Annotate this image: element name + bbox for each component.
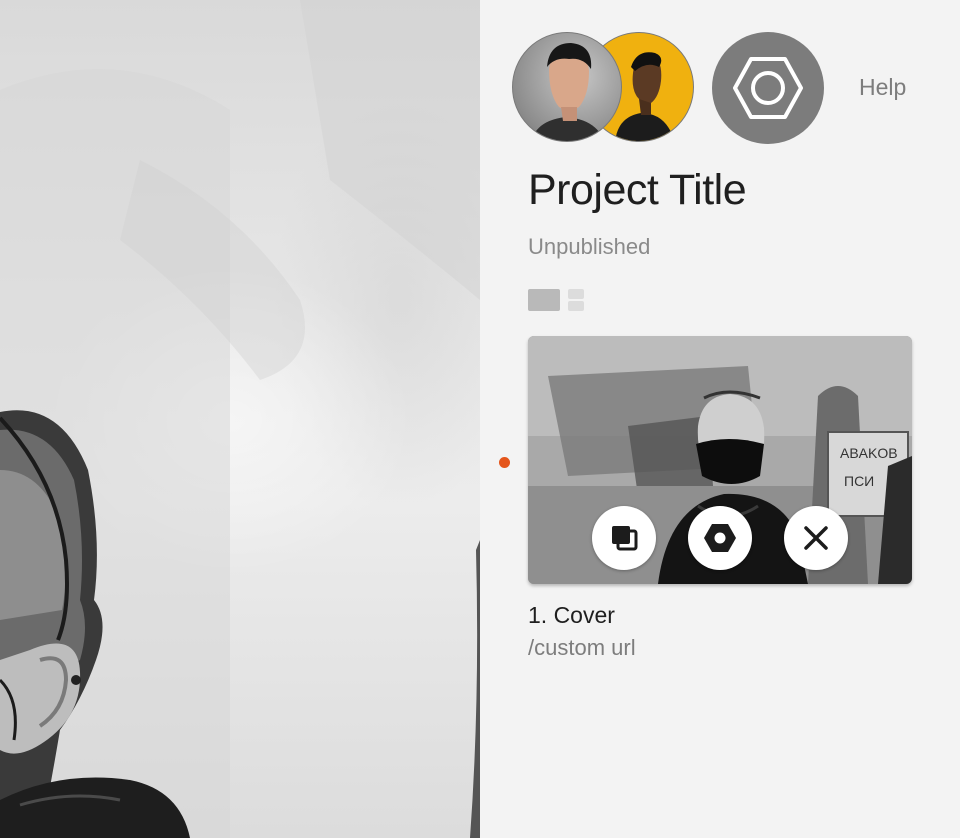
page-name[interactable]: 1. Cover bbox=[528, 602, 615, 629]
svg-text:ABAKOB: ABAKOB bbox=[840, 445, 898, 461]
cover-photo-preview bbox=[0, 0, 480, 838]
page-settings-button[interactable] bbox=[688, 506, 752, 570]
publish-status: Unpublished bbox=[528, 234, 651, 259]
active-page-indicator bbox=[499, 457, 510, 468]
list-view-icon[interactable] bbox=[568, 289, 584, 299]
page-thumbnail-card[interactable]: ABAKOB ПСИ bbox=[528, 336, 912, 584]
close-icon bbox=[804, 526, 828, 550]
project-title[interactable]: Project Title bbox=[528, 166, 747, 215]
project-settings-button[interactable] bbox=[712, 32, 824, 144]
hexagon-nut-icon bbox=[733, 57, 803, 119]
cover-photo-image bbox=[0, 0, 480, 838]
collaborator-photo bbox=[531, 43, 605, 141]
remove-page-button[interactable] bbox=[784, 506, 848, 570]
duplicate-icon bbox=[612, 526, 638, 551]
hexagon-nut-icon bbox=[704, 524, 736, 552]
collaborator-avatar-1[interactable] bbox=[512, 32, 622, 142]
project-sidebar: Help Project Title Unpublished ABAKOB ПС… bbox=[480, 0, 960, 838]
page-url[interactable]: /custom url bbox=[528, 635, 636, 661]
thumbnail-view-icon[interactable] bbox=[528, 289, 560, 311]
list-view-icon-row[interactable] bbox=[568, 301, 584, 311]
duplicate-page-button[interactable] bbox=[592, 506, 656, 570]
help-link[interactable]: Help bbox=[859, 74, 906, 101]
svg-text:ПСИ: ПСИ bbox=[844, 473, 874, 489]
